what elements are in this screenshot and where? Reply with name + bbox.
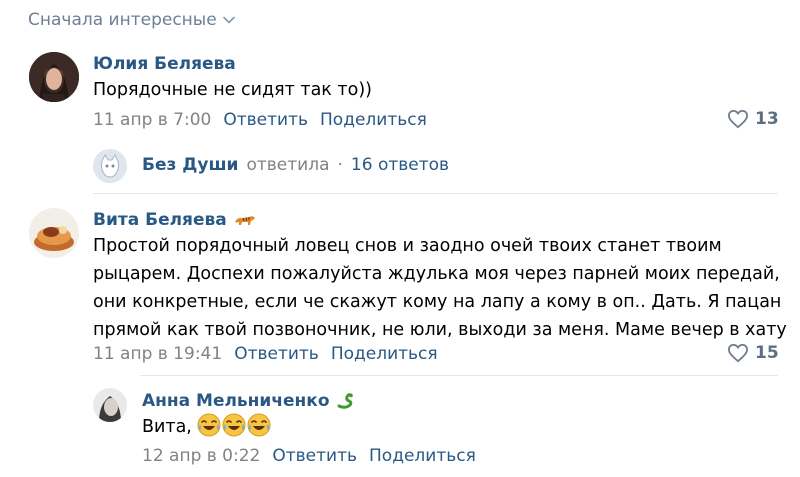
like-count: 13 (755, 109, 779, 129)
share-button[interactable]: Поделиться (369, 446, 476, 466)
avatar[interactable] (29, 208, 79, 258)
comment-meta: 11 апр в 7:00 Ответить Поделиться (93, 110, 427, 130)
comment-author[interactable]: Юлия Беляева (93, 54, 236, 74)
reply-verb: ответила (246, 155, 330, 175)
author-name: Вита Беляева (93, 210, 227, 230)
sort-label: Сначала интересные (28, 10, 217, 30)
avatar[interactable] (29, 52, 79, 102)
reply-date[interactable]: 12 апр в 0:22 (142, 446, 260, 466)
comment-author[interactable]: Анна Мельниченко (142, 391, 354, 411)
divider (93, 193, 778, 194)
share-button[interactable]: Поделиться (331, 344, 438, 364)
reply-button[interactable]: Ответить (223, 110, 308, 130)
reply-author[interactable]: Без Души (142, 155, 238, 175)
reply-text-content: Вита, (142, 417, 192, 437)
like-button[interactable]: 13 (727, 109, 779, 129)
avatar[interactable] (93, 388, 127, 422)
separator: · (337, 155, 343, 175)
sort-dropdown[interactable]: Сначала интересные (28, 10, 235, 30)
like-count: 15 (755, 343, 779, 363)
comment-date[interactable]: 11 апр в 7:00 (93, 110, 211, 130)
comment-text-line: Простой порядочный ловец снов и заодно о… (93, 236, 722, 256)
reply-meta: 12 апр в 0:22 Ответить Поделиться (142, 446, 476, 466)
crying-laughing-emoji (247, 413, 271, 437)
comment-date[interactable]: 11 апр в 19:41 (93, 344, 222, 364)
emoji-group (197, 413, 272, 437)
comment-author[interactable]: Вита Беляева (93, 210, 257, 230)
comment-text: Порядочные не сидят так то)) (93, 80, 372, 100)
divider (140, 375, 778, 376)
replies-summary[interactable]: Без Души ответила · 16 ответов (142, 155, 449, 175)
comment-text: Простой порядочный ловец снов и заодно о… (93, 232, 787, 344)
tiger-sticker-icon (234, 216, 255, 225)
comment-meta: 11 апр в 19:41 Ответить Поделиться (93, 344, 438, 364)
reply-text: Вита, (142, 413, 272, 441)
snake-sticker-icon (337, 393, 353, 409)
heart-icon (727, 109, 749, 129)
comment-text-line: они конкретные, если че скажут кому на л… (93, 292, 782, 312)
crying-laughing-emoji (197, 413, 221, 437)
comment-text-line: прямой как твой позвоночник, не юли, вых… (93, 320, 787, 340)
heart-icon (727, 343, 749, 363)
like-button[interactable]: 15 (727, 343, 779, 363)
chevron-down-icon (222, 16, 235, 24)
avatar[interactable] (93, 149, 127, 183)
crying-laughing-emoji (222, 413, 246, 437)
share-button[interactable]: Поделиться (320, 110, 427, 130)
comment-text-line: рыцарем. Доспехи пожалуйста ждулька моя … (93, 264, 780, 284)
reply-button[interactable]: Ответить (272, 446, 357, 466)
reply-button[interactable]: Ответить (234, 344, 319, 364)
author-name: Анна Мельниченко (142, 391, 330, 411)
replies-count-link[interactable]: 16 ответов (351, 155, 449, 175)
